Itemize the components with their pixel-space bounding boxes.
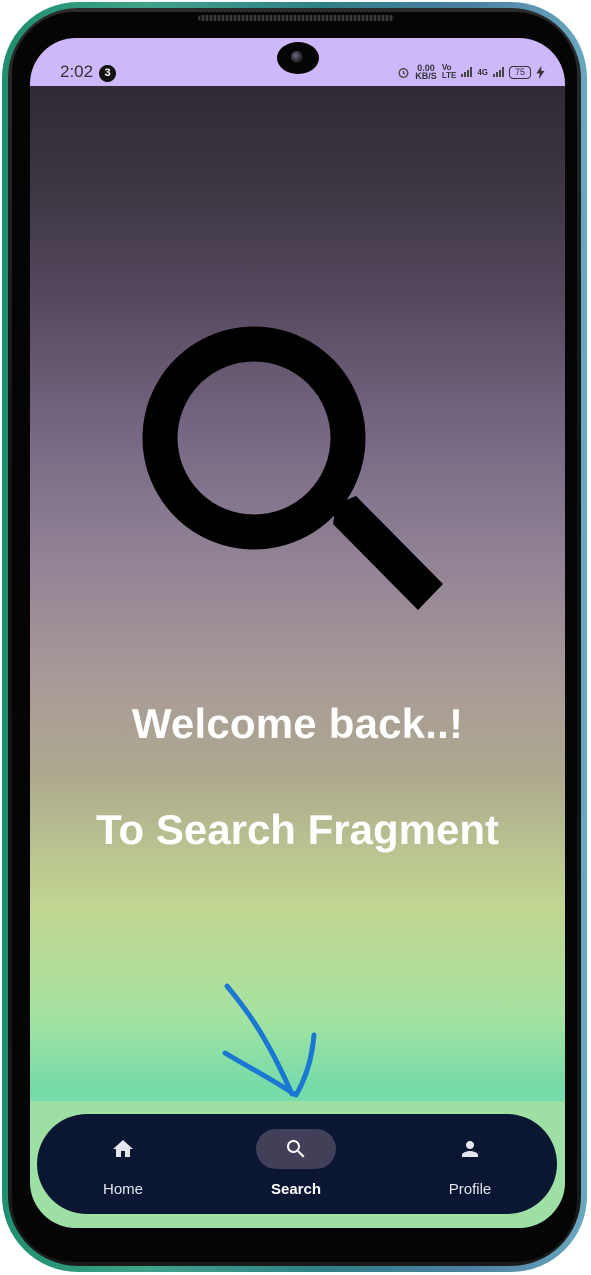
search-icon bbox=[287, 1140, 305, 1158]
signal-strength-icon bbox=[461, 67, 473, 77]
person-icon bbox=[462, 1141, 478, 1157]
nav-label-home: Home bbox=[102, 1181, 143, 1198]
nav-item-profile[interactable]: Profile bbox=[390, 1114, 550, 1214]
network-speed-unit: KB/S bbox=[415, 71, 437, 81]
charging-bolt-icon bbox=[536, 65, 545, 79]
network-type: 4G bbox=[477, 67, 488, 77]
home-icon bbox=[113, 1140, 133, 1157]
status-icons: 0.00 KB/S Vo LTE 4G 75 bbox=[397, 63, 545, 81]
volte-icon: Vo LTE bbox=[441, 63, 457, 80]
search-icon bbox=[142, 326, 443, 610]
front-camera bbox=[277, 42, 319, 74]
status-bar: 2:02 3 0.00 KB/S Vo LTE 4G 75 bbox=[30, 38, 565, 86]
nav-item-search[interactable]: Search bbox=[216, 1114, 376, 1214]
arrow-down-icon bbox=[222, 983, 317, 1098]
earpiece-speaker bbox=[198, 15, 394, 21]
notification-count-badge: 3 bbox=[99, 65, 116, 82]
nav-label-profile: Profile bbox=[448, 1181, 492, 1198]
welcome-heading: Welcome back..! bbox=[131, 700, 464, 747]
alarm-icon bbox=[398, 67, 409, 78]
phone-frame: 2:02 3 0.00 KB/S Vo LTE 4G 75 Welcome ba… bbox=[2, 2, 587, 1272]
status-time: 2:02 bbox=[60, 62, 94, 81]
bottom-navigation-bar: Home Search Profile bbox=[37, 1114, 557, 1214]
fragment-subtitle: To Search Fragment bbox=[96, 806, 499, 853]
app-screen: 2:02 3 0.00 KB/S Vo LTE 4G 75 Welcome ba… bbox=[30, 38, 565, 1228]
battery-level: 75 bbox=[509, 65, 531, 79]
nav-item-home[interactable]: Home bbox=[43, 1114, 203, 1214]
nav-label-search: Search bbox=[270, 1181, 322, 1198]
signal-strength-icon-2 bbox=[493, 67, 504, 77]
network-speed: 0.00 KB/S bbox=[415, 64, 437, 81]
